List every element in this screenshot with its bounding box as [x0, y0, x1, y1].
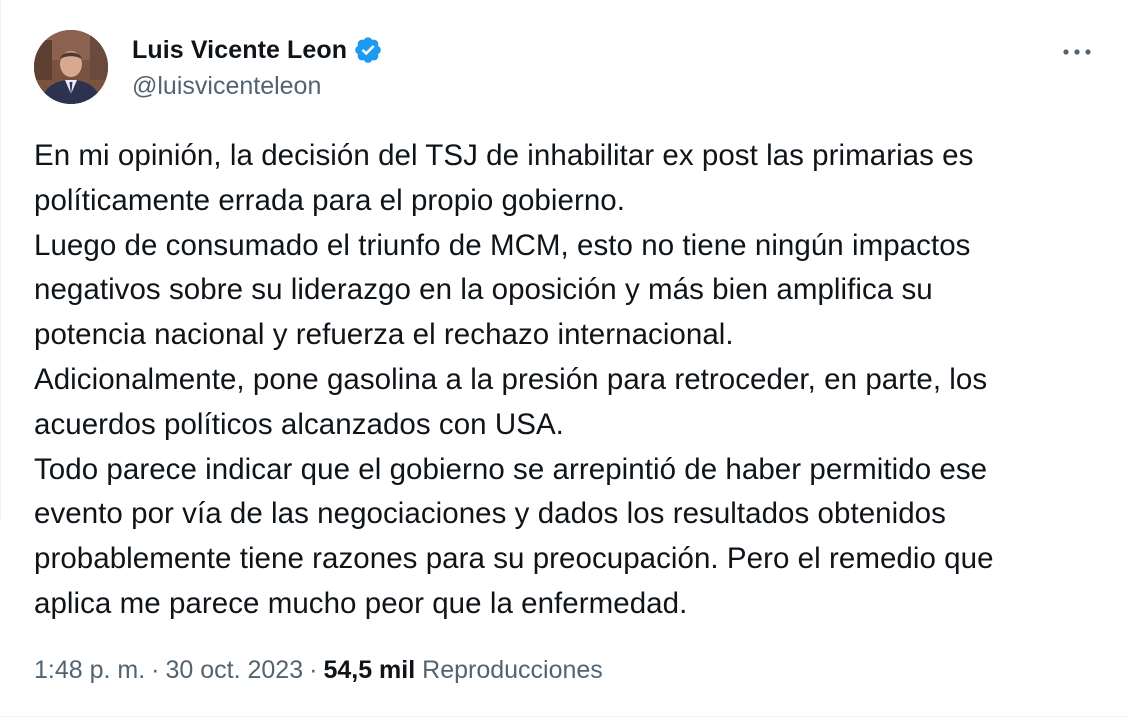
tweet-text-line: Luego de consumado el triunfo de MCM, es…	[34, 228, 971, 262]
tweet-text-line: Adicionalmente, pone gasolina a la presi…	[34, 362, 988, 396]
tweet-text-line: acuerdos políticos alcanzados con USA.	[34, 407, 564, 441]
tweet-header: Luis Vicente Leon @luisvicenteleon	[34, 30, 1094, 108]
tweet-text-line: aplica me parece mucho peor que la enfer…	[34, 586, 688, 620]
avatar-photo	[34, 30, 108, 104]
author-names: Luis Vicente Leon @luisvicenteleon	[132, 32, 383, 101]
tweet-text-line: negativos sobre su liderazgo en la oposi…	[34, 273, 933, 307]
tweet-date[interactable]: 30 oct. 2023	[166, 656, 304, 684]
divider	[0, 716, 1127, 717]
tweet-text-line: probablemente tiene razones para su preo…	[34, 542, 994, 576]
tweet-text-line: potencia nacional y refuerza el rechazo …	[34, 318, 734, 352]
verified-badge-icon[interactable]	[353, 35, 383, 65]
more-horizontal-icon[interactable]	[1060, 38, 1094, 66]
author-display-name[interactable]: Luis Vicente Leon	[132, 36, 347, 65]
tweet-metadata: 1:48 p. m. · 30 oct. 2023 · 54,5 mil Reprodu…	[34, 656, 603, 685]
views-label[interactable]: Reproducciones	[422, 656, 603, 684]
tweet-time[interactable]: 1:48 p. m.	[34, 656, 145, 684]
tweet-text-line: evento por vía de las negociaciones y da…	[34, 497, 946, 531]
views-count[interactable]: 54,5 mil	[323, 656, 415, 684]
tweet-text-line: En mi opinión, la decisión del TSJ de in…	[34, 139, 974, 172]
tweet-text-line: políticamente errada para el propio gobi…	[34, 183, 625, 217]
tweet-card: Luis Vicente Leon @luisvicenteleon En mi…	[0, 0, 1127, 724]
author-handle[interactable]: @luisvicenteleon	[132, 72, 383, 101]
meta-separator: ·	[309, 656, 318, 684]
tweet-text-line: Todo parece indicar que el gobierno se a…	[34, 452, 988, 486]
author-avatar[interactable]	[34, 30, 108, 104]
tweet-text: En mi opinión, la decisión del TSJ de in…	[34, 134, 1104, 627]
display-name-row: Luis Vicente Leon	[132, 32, 383, 68]
meta-separator: ·	[151, 656, 160, 684]
